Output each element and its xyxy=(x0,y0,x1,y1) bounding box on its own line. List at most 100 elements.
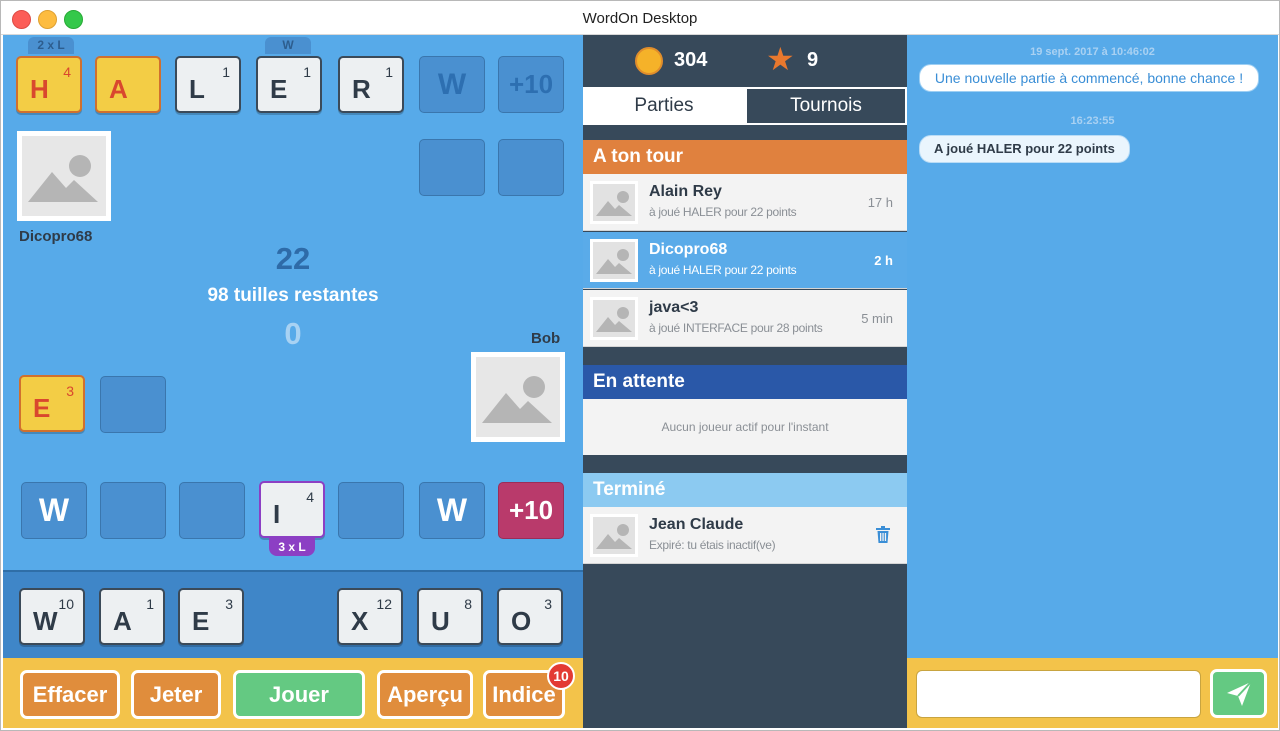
tile-letter: E xyxy=(33,393,51,423)
game-time: 17 h xyxy=(867,195,893,210)
empty-slot[interactable] xyxy=(419,139,485,196)
chat-input[interactable] xyxy=(916,670,1201,718)
rack-tile[interactable]: X 12 xyxy=(337,588,403,645)
tile-score: 4 xyxy=(63,64,71,80)
word-bonus-slot[interactable]: W xyxy=(419,482,485,539)
player-avatar xyxy=(471,352,565,442)
stats-bar: 304 ★ 9 xyxy=(583,35,907,87)
section-finished: Terminé xyxy=(583,473,907,507)
play-button[interactable]: Jouer xyxy=(233,670,365,719)
rack-tile[interactable]: W 10 xyxy=(19,588,85,645)
chat-input-bar xyxy=(907,658,1278,728)
tile-score: 10 xyxy=(58,596,74,612)
tile-letter: A xyxy=(109,74,128,104)
coin-count: 304 xyxy=(674,49,708,71)
tab-tournaments[interactable]: Tournois xyxy=(745,87,907,125)
send-icon xyxy=(1227,681,1252,706)
game-row[interactable]: Dicopro68 à joué HALER pour 22 points 2 … xyxy=(583,232,907,289)
coin-icon xyxy=(635,47,663,75)
tile-score: 1 xyxy=(385,64,393,80)
image-placeholder-icon xyxy=(482,376,552,423)
word-bonus-slot[interactable]: W xyxy=(419,56,485,113)
empty-slot[interactable] xyxy=(498,139,564,196)
letter-rack: W 10 A 1 E 3 X 12 U 8 O 3 xyxy=(3,570,583,658)
window-title: WordOn Desktop xyxy=(582,10,698,27)
tile-letter: I xyxy=(273,499,281,529)
avatar xyxy=(590,239,638,282)
section-your-turn: A ton tour xyxy=(583,140,907,174)
chat-message: A joué HALER pour 22 points xyxy=(919,135,1130,163)
tile-letter: L xyxy=(189,74,205,104)
tile-score: 12 xyxy=(376,596,392,612)
chat-timestamp: 19 sept. 2017 à 10:46:02 xyxy=(1030,46,1155,58)
tile-letter: W xyxy=(33,606,58,636)
tile-score: 8 xyxy=(464,596,472,612)
game-last-move: à joué HALER pour 22 points xyxy=(649,263,797,277)
rack-tile[interactable]: A 1 xyxy=(99,588,165,645)
tile-letter: H xyxy=(30,74,49,104)
avatar xyxy=(590,181,638,224)
tile-score: 3 xyxy=(66,383,74,399)
tile-letter: E xyxy=(270,74,288,104)
board-tile[interactable]: E 1 xyxy=(256,56,322,113)
triple-letter-tag: 3 x L xyxy=(269,538,315,556)
star-count: 9 xyxy=(807,49,819,71)
plus-ten-slot[interactable]: +10 xyxy=(498,56,564,113)
discard-button[interactable]: Jeter xyxy=(131,670,221,719)
word-bonus-slot[interactable]: W xyxy=(21,482,87,539)
board-tile[interactable]: I 4 xyxy=(259,481,325,538)
empty-slot[interactable] xyxy=(100,482,166,539)
chat-timestamp: 16:23:55 xyxy=(1070,115,1115,127)
empty-slot[interactable] xyxy=(179,482,245,539)
tile-score: 1 xyxy=(222,64,230,80)
tile-letter: R xyxy=(352,74,371,104)
preview-button[interactable]: Aperçu xyxy=(377,670,473,719)
board-tile[interactable]: R 1 xyxy=(338,56,404,113)
rack-tile[interactable]: U 8 xyxy=(417,588,483,645)
empty-slot[interactable] xyxy=(338,482,404,539)
tile-score: 4 xyxy=(306,489,314,505)
game-player-name: java<3 xyxy=(649,299,699,316)
tile-letter: E xyxy=(192,606,210,636)
rack-tile[interactable]: E 3 xyxy=(178,588,244,645)
board-tile[interactable]: L 1 xyxy=(175,56,241,113)
tiles-remaining: 98 tuilles restantes xyxy=(207,285,379,306)
clear-button[interactable]: Effacer xyxy=(20,670,120,719)
rack-tile[interactable]: O 3 xyxy=(497,588,563,645)
image-placeholder-icon xyxy=(596,307,632,332)
game-last-move: à joué INTERFACE pour 28 points xyxy=(649,321,823,335)
board-tile[interactable]: H 4 xyxy=(16,56,82,113)
section-waiting: En attente xyxy=(583,365,907,399)
board-tile[interactable]: A xyxy=(95,56,161,113)
plus-ten-slot[interactable]: +10 xyxy=(498,482,564,539)
tab-games[interactable]: Parties xyxy=(583,87,745,125)
opponent-avatar xyxy=(17,131,111,221)
game-row[interactable]: Alain Rey à joué HALER pour 22 points 17… xyxy=(583,174,907,231)
send-button[interactable] xyxy=(1210,669,1267,718)
image-placeholder-icon xyxy=(28,155,98,202)
image-placeholder-icon xyxy=(596,191,632,216)
title-bar: WordOn Desktop xyxy=(1,1,1279,35)
tile-score: 1 xyxy=(146,596,154,612)
game-status: Expiré: tu étais inactif(ve) xyxy=(649,538,776,552)
game-player-name: Alain Rey xyxy=(649,183,722,200)
image-placeholder-icon xyxy=(596,249,632,274)
image-placeholder-icon xyxy=(596,524,632,549)
board-tile[interactable]: E 3 xyxy=(19,375,85,432)
avatar xyxy=(590,297,638,340)
game-time: 5 min xyxy=(861,311,893,326)
tile-letter: X xyxy=(351,606,369,636)
empty-slot[interactable] xyxy=(100,376,166,433)
waiting-empty-message: Aucun joueur actif pour l'instant xyxy=(583,399,907,455)
avatar xyxy=(590,514,638,557)
tile-letter: O xyxy=(511,606,532,636)
game-last-move: à joué HALER pour 22 points xyxy=(649,205,797,219)
game-player-name: Dicopro68 xyxy=(649,241,728,258)
tile-score: 1 xyxy=(303,64,311,80)
game-row[interactable]: Jean Claude Expiré: tu étais inactif(ve) xyxy=(583,507,907,564)
game-row[interactable]: java<3 à joué INTERFACE pour 28 points 5… xyxy=(583,290,907,347)
double-letter-tag: 2 x L xyxy=(28,37,74,54)
chat-panel: 19 sept. 2017 à 10:46:02 Une nouvelle pa… xyxy=(907,35,1278,658)
action-bar: Effacer Jeter Jouer Aperçu Indice 10 xyxy=(3,658,583,728)
trash-icon[interactable] xyxy=(875,526,891,544)
